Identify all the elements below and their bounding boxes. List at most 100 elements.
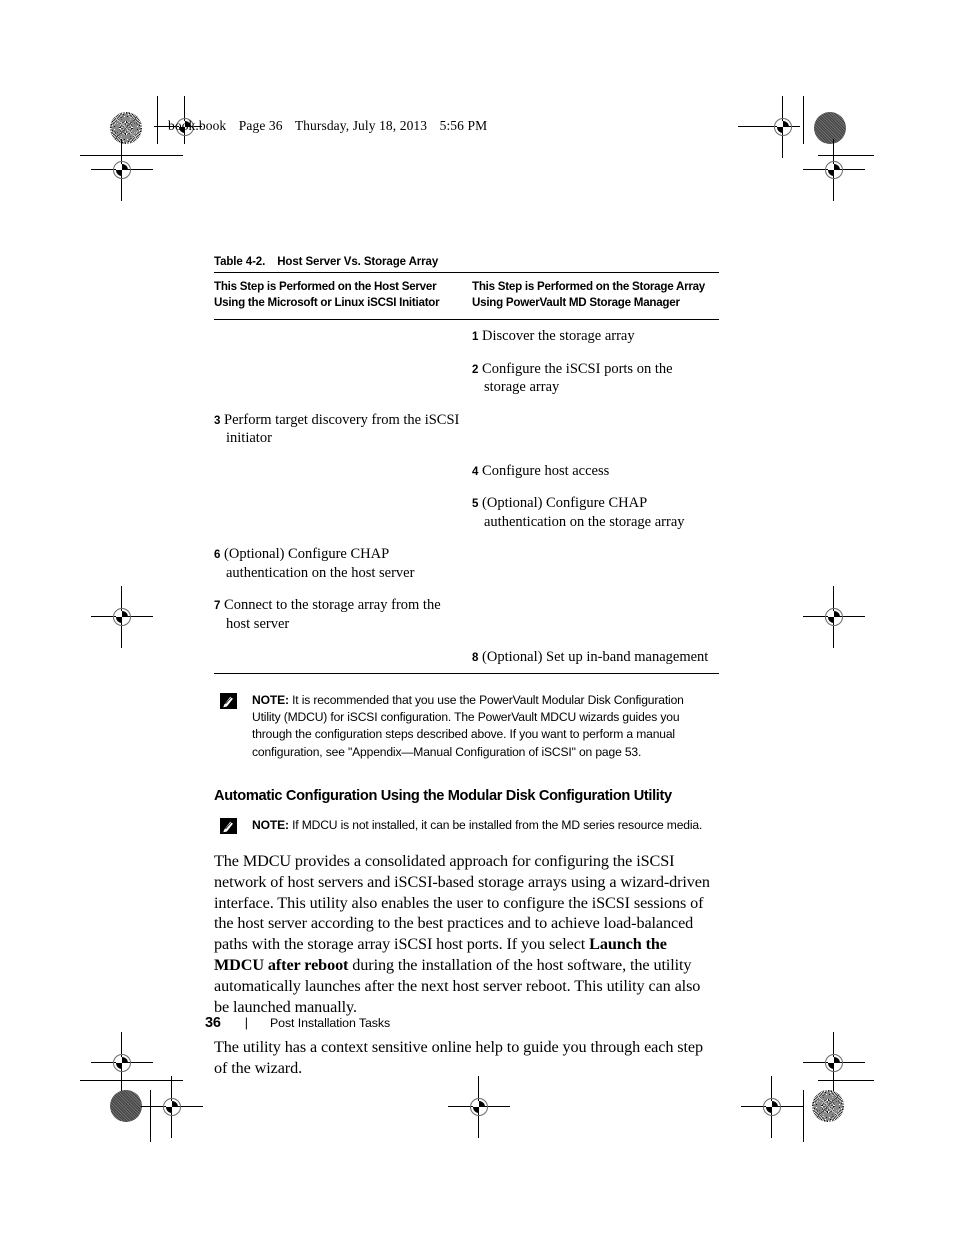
step-number: 6	[214, 549, 221, 562]
step-text: (Optional) Configure CHAP authentication…	[224, 546, 415, 581]
note-pencil-icon	[220, 817, 237, 834]
running-header: book.book Page 36 Thursday, July 18, 201…	[168, 118, 496, 134]
cell-array: 1 Discover the storage array	[472, 319, 719, 352]
host-vs-array-table: This Step is Performed on the Host Serve…	[214, 272, 719, 675]
note-block-mdcu-recommendation: NOTE: It is recommended that you use the…	[214, 692, 714, 761]
step-text: (Optional) Set up in-band management	[482, 648, 709, 665]
halftone-dot-bottom-right	[812, 1090, 844, 1122]
trim-rule-bottom-right-horizontal	[818, 1080, 874, 1081]
trim-rule-top-left-horizontal	[80, 155, 183, 156]
cell-array: 4 Configure host access	[472, 455, 719, 488]
step-text: Discover the storage array	[482, 327, 635, 344]
table-row: 4 Configure host access	[214, 455, 719, 488]
step-number: 8	[472, 651, 479, 664]
registration-mark-middle-left	[91, 586, 153, 648]
registration-mark-bottom-left-inner	[91, 1032, 153, 1094]
cell-host	[214, 319, 472, 352]
halftone-dot-top-left	[110, 112, 142, 144]
column-header-host-server: This Step is Performed on the Host Serve…	[214, 272, 472, 320]
step-text: Perform target discovery from the iSCSI …	[224, 411, 460, 447]
step-item: 7 Connect to the storage array from the …	[214, 589, 472, 640]
table-row: 3 Perform target discovery from the iSCS…	[214, 404, 719, 455]
step-number: 3	[214, 414, 221, 427]
note-label: NOTE:	[252, 817, 289, 832]
trim-rule-bottom-left-horizontal	[80, 1080, 183, 1081]
cell-array	[472, 589, 719, 640]
registration-mark-bottom-right-outer	[741, 1076, 803, 1138]
body-paragraph-online-help: The utility has a context sensitive onli…	[214, 1038, 703, 1078]
cell-host	[214, 487, 472, 538]
cell-array	[472, 404, 719, 455]
note-label: NOTE:	[252, 693, 289, 708]
page-footer: 36 | Post Installation Tasks	[205, 1015, 390, 1031]
table-row: 5 (Optional) Configure CHAP authenticati…	[214, 487, 719, 538]
registration-mark-top-left-inner	[91, 139, 153, 201]
registration-mark-bottom-center	[448, 1076, 510, 1138]
body-paragraph-mdcu-overview: The MDCU provides a consolidated approac…	[214, 851, 714, 1018]
table-row: 1 Discover the storage array	[214, 319, 719, 352]
column-header-storage-array: This Step is Performed on the Storage Ar…	[472, 272, 719, 320]
step-number: 4	[472, 465, 479, 478]
step-number: 5	[472, 498, 479, 511]
footer-separator: |	[244, 1016, 248, 1030]
table-caption-title: Host Server Vs. Storage Array	[277, 256, 439, 268]
table-row: 2 Configure the iSCSI ports on the stora…	[214, 353, 719, 404]
cell-array: 2 Configure the iSCSI ports on the stora…	[472, 353, 719, 404]
step-text: Configure the iSCSI ports on the storage…	[482, 360, 673, 396]
step-number: 7	[214, 600, 221, 613]
trim-rule-top-left-vertical	[157, 96, 158, 144]
cell-host: 3 Perform target discovery from the iSCS…	[214, 404, 472, 455]
step-item: 5 (Optional) Configure CHAP authenticati…	[472, 487, 719, 538]
registration-mark-top-right-outer	[738, 96, 800, 158]
table-header-row: This Step is Performed on the Host Serve…	[214, 272, 719, 320]
registration-mark-bottom-right-inner	[803, 1032, 865, 1094]
note-pencil-icon	[220, 693, 237, 710]
step-number: 2	[472, 363, 479, 376]
step-number: 1	[472, 330, 479, 343]
cell-array: 5 (Optional) Configure CHAP authenticati…	[472, 487, 719, 538]
cell-host	[214, 353, 472, 404]
trim-rule-top-right-horizontal	[818, 155, 874, 156]
running-header-page: Page 36	[238, 118, 283, 133]
trim-rule-bottom-left-vertical	[150, 1090, 151, 1142]
step-item: 1 Discover the storage array	[472, 320, 719, 353]
running-header-file: book.book	[168, 118, 227, 133]
cell-array: 8 (Optional) Set up in-band management	[472, 640, 719, 675]
table-row: 7 Connect to the storage array from the …	[214, 589, 719, 640]
registration-mark-top-right-inner	[803, 139, 865, 201]
table-body: 1 Discover the storage array 2 Configure…	[214, 319, 719, 675]
running-header-date: Thursday, July 18, 2013	[294, 118, 428, 133]
note-text: If MDCU is not installed, it can be inst…	[288, 817, 703, 832]
halftone-dot-bottom-left	[110, 1090, 142, 1122]
step-item: 8 (Optional) Set up in-band management	[472, 641, 719, 674]
trim-rule-top-right-vertical	[803, 96, 804, 144]
table-row: 6 (Optional) Configure CHAP authenticati…	[214, 538, 719, 589]
note-block-mdcu-install: NOTE: If MDCU is not installed, it can b…	[214, 817, 714, 834]
step-text: Connect to the storage array from the ho…	[224, 597, 441, 632]
cell-host	[214, 455, 472, 488]
footer-page-number: 36	[205, 1015, 221, 1031]
registration-mark-bottom-left-outer	[141, 1076, 203, 1138]
trim-rule-bottom-right-vertical	[803, 1090, 804, 1142]
table-row: 8 (Optional) Set up in-band management	[214, 640, 719, 675]
step-item: 2 Configure the iSCSI ports on the stora…	[472, 353, 719, 404]
cell-host: 6 (Optional) Configure CHAP authenticati…	[214, 538, 472, 589]
step-text: (Optional) Configure CHAP authentication…	[482, 495, 685, 530]
table-caption: Table 4-2. Host Server Vs. Storage Array	[214, 256, 714, 272]
step-item: 6 (Optional) Configure CHAP authenticati…	[214, 538, 472, 589]
cell-host: 7 Connect to the storage array from the …	[214, 589, 472, 640]
halftone-dot-top-right	[814, 112, 846, 144]
table-caption-label: Table 4-2.	[214, 256, 266, 268]
step-item: 4 Configure host access	[472, 455, 719, 488]
step-text: Configure host access	[482, 462, 610, 479]
page-content: Table 4-2. Host Server Vs. Storage Array …	[214, 256, 719, 1079]
step-item: 3 Perform target discovery from the iSCS…	[214, 404, 472, 455]
breadcrumb: Post Installation Tasks	[269, 1016, 391, 1030]
running-header-time: 5:56 PM	[439, 118, 488, 133]
registration-mark-middle-right	[803, 586, 865, 648]
note-text: It is recommended that you use the Power…	[252, 693, 684, 759]
cell-array	[472, 538, 719, 589]
page-title: Automatic Configuration Using the Modula…	[214, 787, 672, 804]
table-head: This Step is Performed on the Host Serve…	[214, 272, 719, 320]
cell-host	[214, 640, 472, 675]
